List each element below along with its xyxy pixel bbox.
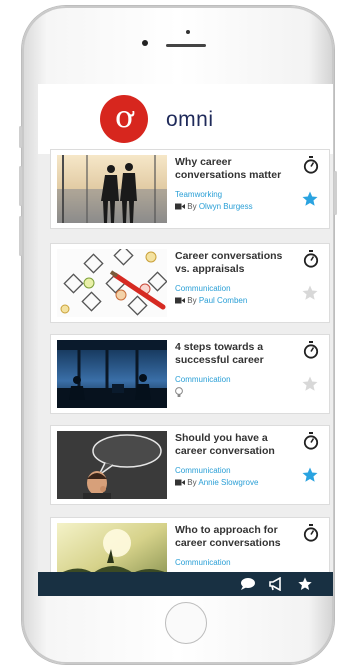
front-camera [142, 40, 148, 46]
lightbulb-icon [175, 387, 183, 397]
volume-down-button [19, 216, 22, 256]
card-title[interactable]: Why career conversations matter [175, 156, 293, 181]
chat-icon[interactable] [240, 577, 256, 591]
star-icon[interactable] [301, 190, 319, 208]
list-item[interactable]: 4 steps towards a successful career Comm… [50, 334, 330, 414]
card-category[interactable]: Communication [175, 284, 231, 293]
card-category[interactable]: Communication [175, 558, 231, 567]
megaphone-icon[interactable] [268, 577, 284, 591]
thumbnail-checkboxes [57, 249, 167, 317]
author-link[interactable]: Olwyn Burgess [199, 202, 253, 211]
star-icon[interactable] [301, 466, 319, 484]
author-link[interactable]: Paul Comben [199, 296, 247, 305]
thumbnail-silhouettes [57, 155, 167, 223]
star-icon[interactable] [301, 284, 319, 302]
card-category[interactable]: Communication [175, 466, 231, 475]
card-title[interactable]: Should you have a career conversation [175, 432, 293, 457]
omni-logo: ơ [100, 95, 148, 143]
video-icon [175, 297, 185, 304]
home-button[interactable] [165, 602, 207, 644]
star-icon[interactable] [301, 375, 319, 393]
card-meta: By Paul Comben [175, 296, 247, 305]
by-label: By [187, 202, 197, 211]
card-title[interactable]: Who to approach for career conversations [175, 524, 293, 549]
mute-switch [19, 126, 22, 148]
author-link[interactable]: Annie Slowgrove [198, 478, 258, 487]
thumbnail-office-window [57, 340, 167, 408]
brand-name: omni [166, 108, 214, 131]
card-title[interactable]: 4 steps towards a successful career [175, 341, 293, 366]
card-meta: By Olwyn Burgess [175, 202, 253, 211]
thumbnail-thinking-man [57, 431, 167, 499]
list-item[interactable]: Should you have a career conversation Co… [50, 425, 330, 505]
card-title[interactable]: Career conversations vs. appraisals [175, 250, 293, 275]
card-category[interactable]: Communication [175, 375, 231, 384]
by-label: By [187, 478, 197, 487]
timer-icon[interactable] [303, 432, 319, 450]
by-label: By [187, 296, 197, 305]
proximity-sensor [186, 30, 190, 34]
card-meta: By Annie Slowgrove [175, 478, 258, 487]
list-item[interactable]: Why career conversations matter Teamwork… [50, 149, 330, 229]
bottom-nav [38, 572, 333, 596]
video-icon [175, 203, 185, 210]
app-screen: ơ omni Why career conversations matter T… [38, 84, 333, 596]
star-icon[interactable] [296, 576, 314, 592]
list-item[interactable]: Career conversations vs. appraisals Comm… [50, 243, 330, 323]
timer-icon[interactable] [303, 524, 319, 542]
logo-glyph: ơ [114, 100, 134, 135]
earpiece-speaker [166, 44, 206, 47]
power-button [334, 171, 337, 215]
timer-icon[interactable] [303, 156, 319, 174]
video-icon [175, 479, 185, 486]
volume-up-button [19, 166, 22, 206]
app-header: ơ omni [38, 84, 333, 154]
timer-icon[interactable] [303, 250, 319, 268]
card-category[interactable]: Teamworking [175, 190, 222, 199]
timer-icon[interactable] [303, 341, 319, 359]
card-meta [175, 387, 183, 398]
